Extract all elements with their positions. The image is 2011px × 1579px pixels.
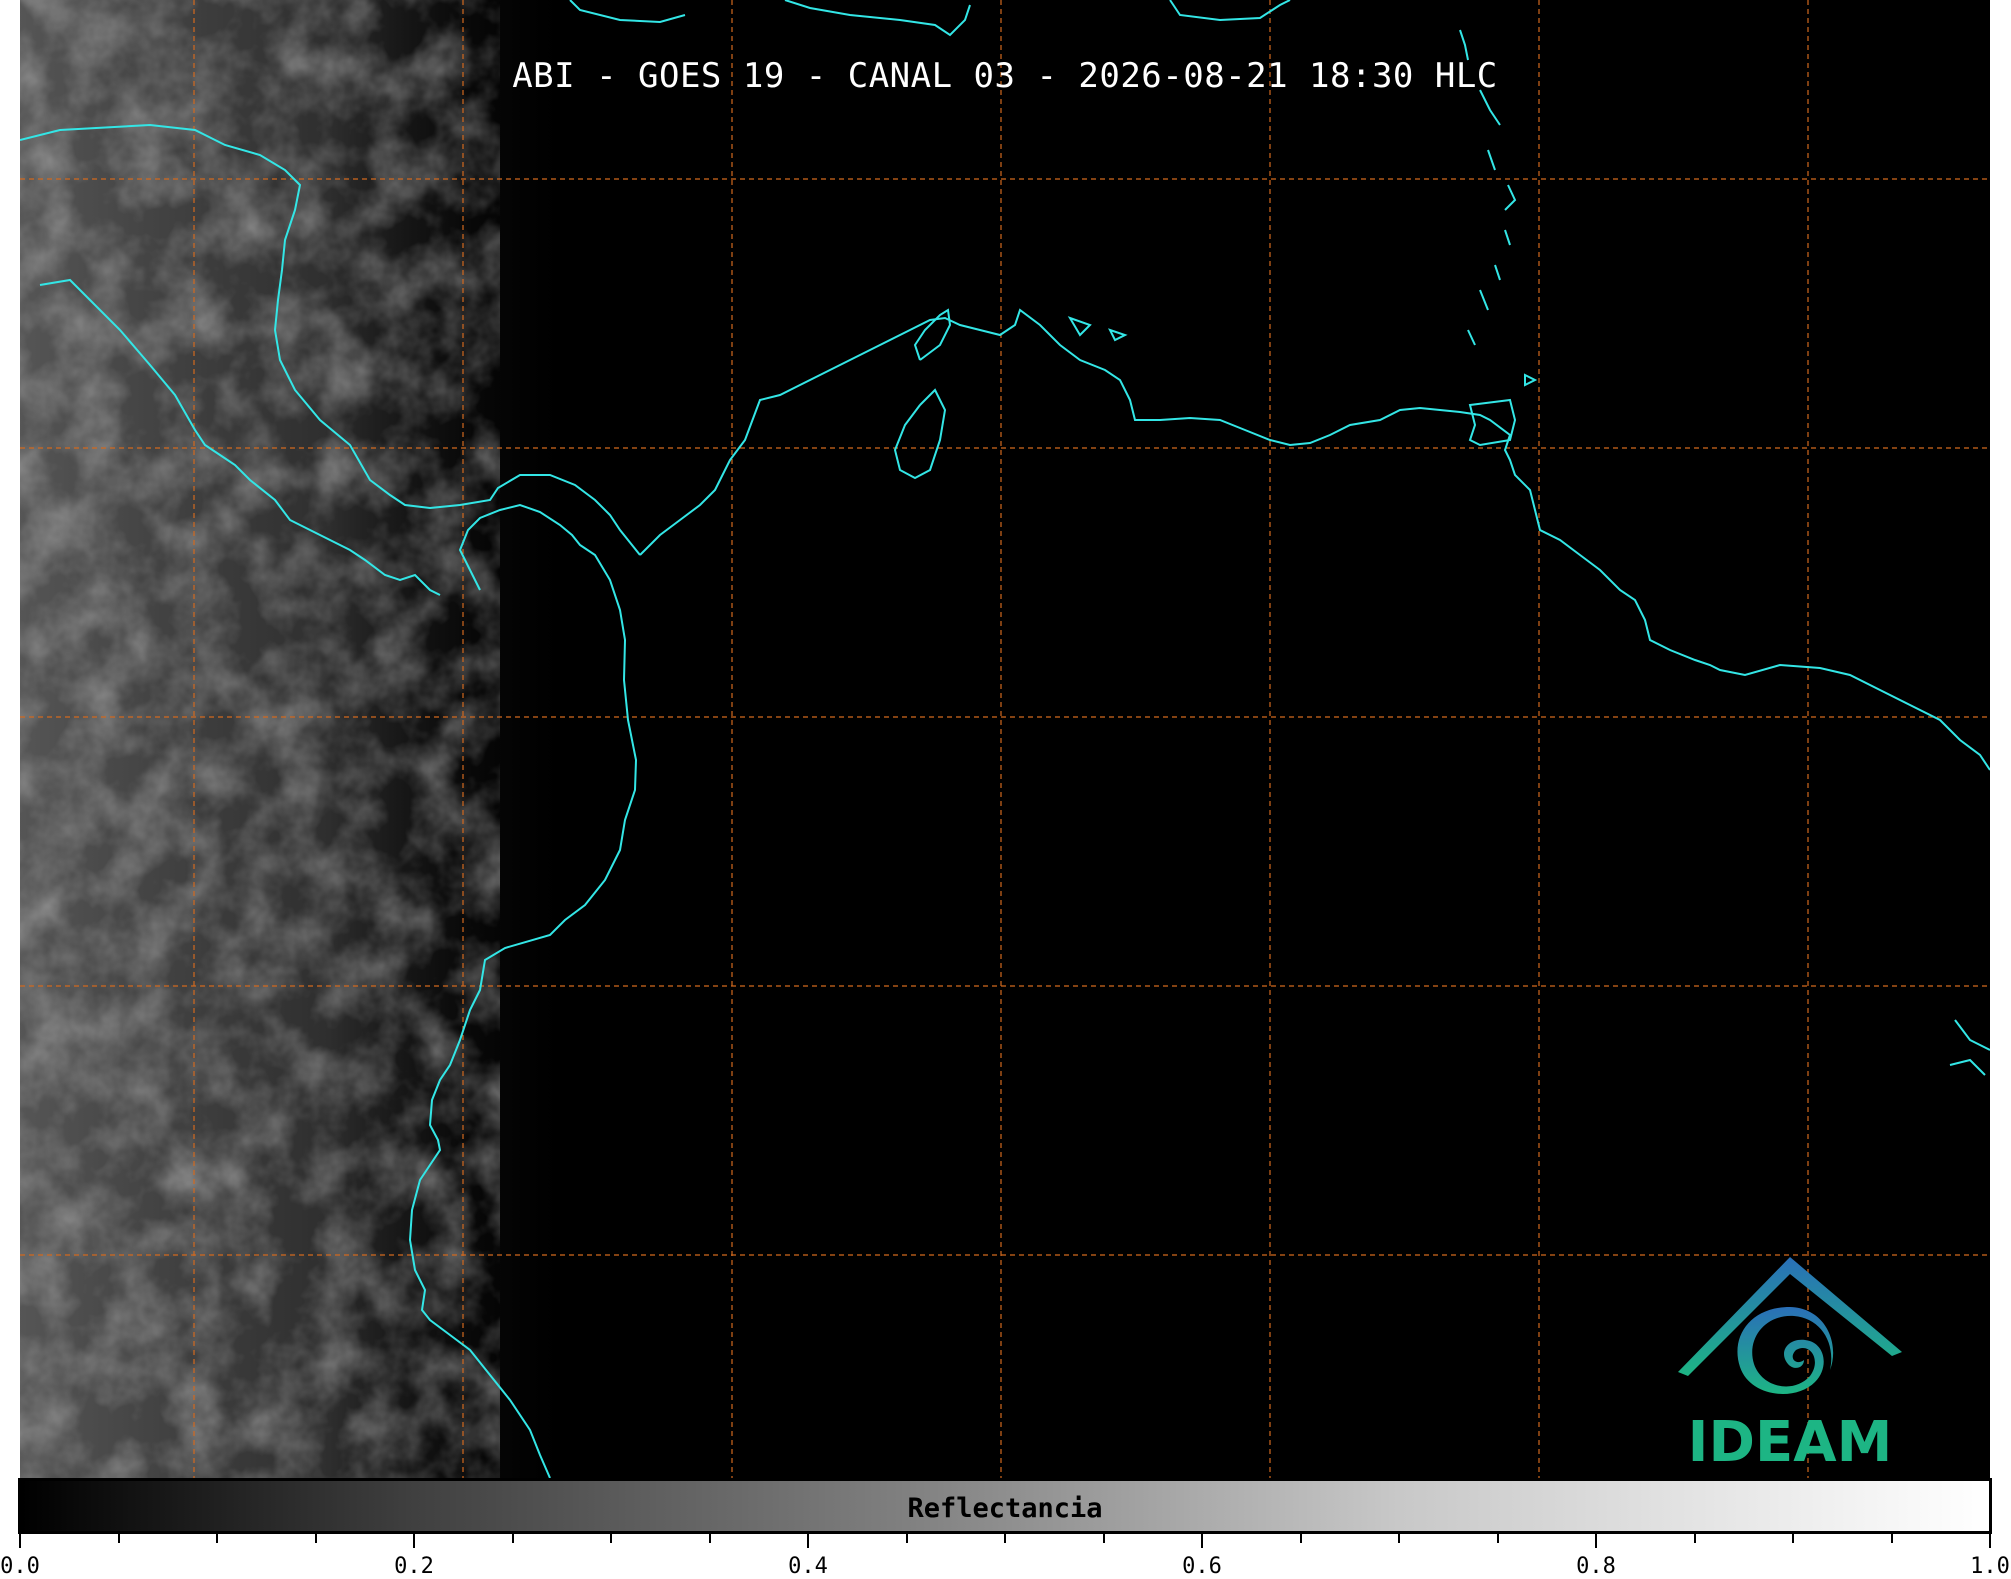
minor-tick (511, 1534, 514, 1543)
minor-tick (314, 1534, 317, 1543)
coastline-path (1108, 328, 1128, 342)
tick-label: 1.0 (1970, 1554, 2010, 1579)
coastline-path (1467, 329, 1476, 346)
coastline-path (1524, 373, 1538, 387)
coastline-path (1067, 316, 1092, 337)
coastline-path (1949, 1058, 1986, 1076)
minor-tick (1299, 1534, 1302, 1543)
coastline-path (1504, 184, 1517, 211)
coastline-path (1954, 1019, 1990, 1051)
major-tick (1201, 1534, 1203, 1548)
tick-label: 0.0 (0, 1554, 40, 1579)
minor-tick (905, 1534, 908, 1543)
satellite-map: ABI - GOES 19 - CANAL 03 - 2026-08-21 18… (20, 0, 1990, 1478)
minor-tick (610, 1534, 612, 1543)
cloud-texture-region (20, 0, 500, 1478)
tick-label: 0.4 (788, 1554, 828, 1579)
coastline-path (1169, 0, 1291, 22)
colorbar-ticks: 0.0 0.2 0.4 0.6 0.8 1.0 (0, 1534, 2010, 1579)
minor-tick (1693, 1534, 1696, 1543)
minor-tick (1890, 1534, 1893, 1543)
minor-tick (708, 1534, 711, 1543)
minor-tick (1102, 1534, 1105, 1543)
major-tick (19, 1534, 21, 1548)
coastline-path (1494, 264, 1501, 281)
major-tick (1595, 1534, 1597, 1548)
minor-tick (1004, 1534, 1006, 1543)
minor-tick (1496, 1534, 1499, 1543)
ideam-emblem-icon (1678, 1257, 1902, 1394)
map-title: ABI - GOES 19 - CANAL 03 - 2026-08-21 18… (512, 56, 1498, 96)
minor-tick (216, 1534, 218, 1543)
minor-tick (1792, 1534, 1794, 1543)
colorbar: Reflectancia (18, 1478, 1992, 1534)
major-tick (1989, 1534, 1991, 1548)
major-tick (807, 1534, 809, 1548)
coastline-path (893, 388, 947, 480)
ideam-logo: IDEAM (1670, 1252, 1910, 1475)
coastline-path (1504, 229, 1511, 246)
coastline-path (1479, 289, 1489, 311)
minor-tick (117, 1534, 120, 1543)
tick-label: 0.8 (1576, 1554, 1616, 1579)
tick-label: 0.6 (1182, 1554, 1222, 1579)
coastline-path (784, 0, 971, 37)
colorbar-label: Reflectancia (907, 1493, 1103, 1524)
major-tick (413, 1534, 415, 1548)
minor-tick (1398, 1534, 1400, 1543)
coastline-path (569, 0, 686, 24)
logo-text: IDEAM (1687, 1410, 1893, 1475)
coastline-path (1487, 149, 1496, 171)
tick-label: 0.2 (394, 1554, 434, 1579)
coastline-path (639, 308, 1990, 771)
